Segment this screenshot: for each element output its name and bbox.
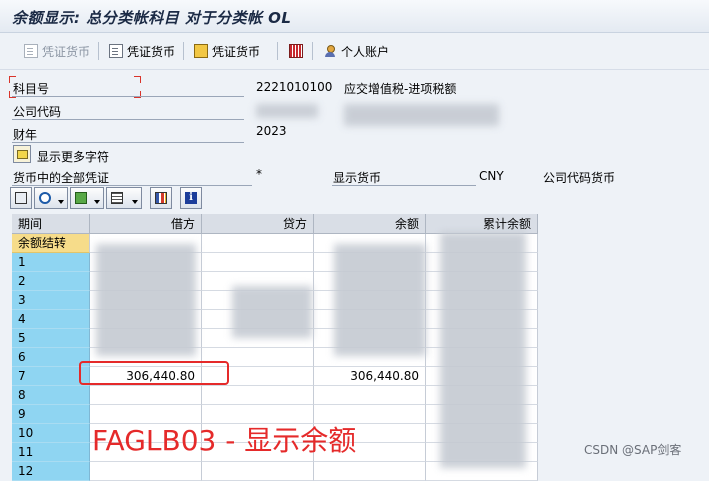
- cell-balance[interactable]: 306,440.80: [314, 367, 426, 386]
- column-header-debit[interactable]: 借方: [90, 214, 202, 234]
- export-icon: [75, 192, 87, 204]
- account-number-value[interactable]: 2221010100: [256, 80, 332, 94]
- company-code-value-redacted: [256, 104, 318, 118]
- company-currency-label: 公司代码货币: [543, 171, 616, 185]
- cell-period[interactable]: 4: [12, 310, 90, 329]
- company-code-label: 公司代码: [13, 105, 62, 119]
- document-icon: [24, 44, 38, 58]
- watermark: CSDN @SAP剑客: [584, 443, 682, 457]
- cell-period[interactable]: 1: [12, 253, 90, 272]
- person-icon: [323, 44, 337, 58]
- toolbar-separator: [183, 42, 184, 60]
- cell-credit[interactable]: [202, 234, 314, 253]
- all-documents-value[interactable]: *: [256, 167, 262, 181]
- cell-period[interactable]: 12: [12, 462, 90, 481]
- cell-balance[interactable]: [314, 386, 426, 405]
- column-header-credit[interactable]: 贷方: [202, 214, 314, 234]
- company-name-redacted: [344, 104, 499, 126]
- cell-credit[interactable]: [202, 462, 314, 481]
- display-currency-value[interactable]: CNY: [479, 169, 504, 183]
- application-toolbar: 凭证货币 凭证货币 凭证货币 个人账户: [0, 33, 709, 70]
- info-button[interactable]: i: [180, 187, 202, 209]
- info-icon: i: [185, 192, 197, 204]
- chevron-down-icon: [58, 200, 64, 204]
- export-button[interactable]: [70, 187, 104, 209]
- doc-currency-button[interactable]: 凭证货币: [109, 42, 175, 60]
- cell-credit[interactable]: [202, 253, 314, 272]
- print-button[interactable]: [10, 187, 32, 209]
- find-button[interactable]: [34, 187, 68, 209]
- cell-balance[interactable]: [314, 462, 426, 481]
- chevron-down-icon: [94, 200, 100, 204]
- field-underline: [12, 119, 244, 120]
- grid-view-button[interactable]: [289, 42, 303, 60]
- cell-period[interactable]: 10: [12, 424, 90, 443]
- toolbar-label: 凭证货币: [42, 44, 91, 59]
- fiscal-year-label: 财年: [13, 128, 38, 142]
- cell-debit[interactable]: [90, 462, 202, 481]
- toolbar-separator: [277, 42, 278, 60]
- field-underline: [332, 185, 476, 186]
- field-underline: [12, 96, 244, 97]
- cell-period[interactable]: 8: [12, 386, 90, 405]
- document-icon: [109, 44, 123, 58]
- cell-period[interactable]: 余额结转: [12, 234, 90, 253]
- cell-credit[interactable]: [202, 386, 314, 405]
- doc-currency-button-disabled: 凭证货币: [24, 42, 90, 60]
- cell-period[interactable]: 11: [12, 443, 90, 462]
- column-header-cumulative[interactable]: 累计余额: [426, 214, 538, 234]
- bar-grid-icon: [289, 44, 303, 58]
- doc-currency-hierarchy-button[interactable]: 凭证货币: [194, 42, 260, 60]
- more-fields-button[interactable]: [13, 145, 31, 163]
- redacted-credit: [232, 286, 312, 338]
- cell-period[interactable]: 3: [12, 291, 90, 310]
- redacted-cumulative: [440, 232, 526, 468]
- column-header-balance[interactable]: 余额: [314, 214, 426, 234]
- individual-account-button[interactable]: 个人账户: [323, 42, 389, 60]
- layout-button[interactable]: [106, 187, 142, 209]
- toolbar-separator: [98, 42, 99, 60]
- find-icon: [39, 192, 51, 204]
- window-title: 余额显示: 总分类帐科目 对于分类帐 OL: [12, 9, 292, 27]
- column-header-period[interactable]: 期间: [12, 214, 90, 234]
- cell-period[interactable]: 5: [12, 329, 90, 348]
- toolbar-label: 凭证货币: [212, 44, 261, 59]
- account-number-label: 科目号: [13, 82, 50, 96]
- cell-period[interactable]: 2: [12, 272, 90, 291]
- print-icon: [15, 192, 27, 204]
- toolbar-label: 个人账户: [341, 44, 390, 59]
- annotation-caption: FAGLB03 - 显示余额: [92, 424, 357, 457]
- layout-icon: [111, 192, 123, 204]
- display-currency-label: 显示货币: [333, 171, 382, 185]
- toolbar-label: 凭证货币: [127, 44, 176, 59]
- cell-debit[interactable]: [90, 386, 202, 405]
- redacted-balance: [334, 244, 426, 356]
- redacted-debit: [96, 244, 196, 356]
- chevron-down-icon: [132, 200, 138, 204]
- chart-button[interactable]: [150, 187, 172, 209]
- fiscal-year-value[interactable]: 2023: [256, 124, 287, 138]
- toolbar-separator: [312, 42, 313, 60]
- more-fields-label: 显示更多字符: [37, 150, 110, 164]
- account-description: 应交增值税-进项税额: [344, 82, 457, 96]
- field-underline: [12, 142, 244, 143]
- chart-icon: [155, 192, 167, 204]
- cell-period[interactable]: 9: [12, 405, 90, 424]
- title-bar: 余额显示: 总分类帐科目 对于分类帐 OL: [0, 0, 709, 33]
- grid-toolbar: i: [10, 187, 202, 211]
- all-documents-label: 货币中的全部凭证: [13, 171, 110, 185]
- hierarchy-icon: [194, 44, 208, 58]
- field-underline: [12, 185, 252, 186]
- highlight-box: [79, 361, 229, 385]
